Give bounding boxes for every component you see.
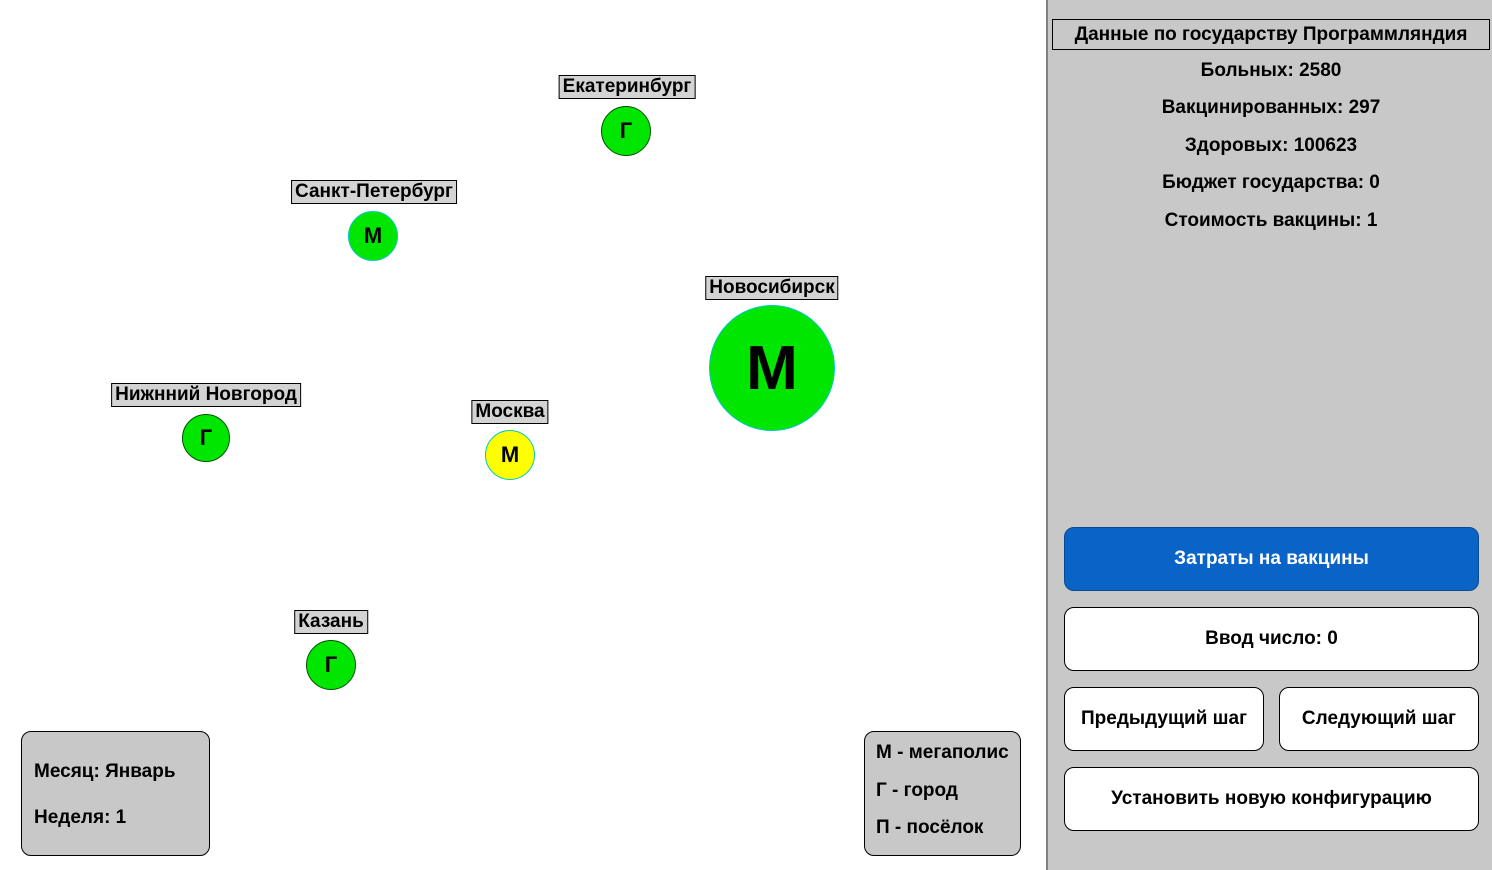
map-area: Екатеринбург Г Санкт-Петербург М Новосиб… bbox=[0, 0, 1046, 870]
next-step-button[interactable]: Следующий шаг bbox=[1279, 687, 1479, 751]
panel-title: Данные по государству Программляндия bbox=[1052, 19, 1490, 50]
legend-village: П - посёлок bbox=[876, 817, 984, 838]
city-label-nizhny-novgorod: Нижнний Новгород bbox=[111, 383, 301, 407]
month-label: Месяц: Январь bbox=[34, 761, 176, 782]
city-marker-nizhny-novgorod[interactable]: Г bbox=[182, 414, 230, 462]
number-input-field[interactable]: Ввод число: 0 bbox=[1064, 607, 1479, 671]
vaccine-cost: Стоимость вакцины: 1 bbox=[1164, 210, 1378, 231]
city-marker-moscow[interactable]: М bbox=[485, 430, 535, 480]
city-label-ekaterinburg: Екатеринбург bbox=[558, 75, 696, 99]
city-label-saint-petersburg: Санкт-Петербург bbox=[291, 180, 457, 204]
city-label-moscow: Москва bbox=[471, 400, 549, 424]
legend-megapolis: М - мегаполис bbox=[876, 742, 1009, 763]
set-new-configuration-button[interactable]: Установить новую конфигурацию bbox=[1064, 767, 1479, 831]
vaccinated-count: Вакцинированных: 297 bbox=[1161, 97, 1381, 118]
date-info-box: Месяц: Январь Неделя: 1 bbox=[21, 731, 210, 856]
previous-step-button[interactable]: Предыдущий шаг bbox=[1064, 687, 1264, 751]
city-marker-kazan[interactable]: Г bbox=[306, 640, 356, 690]
state-data-panel: Данные по государству Программляндия Бол… bbox=[1046, 0, 1492, 870]
vaccine-costs-button[interactable]: Затраты на вакцины bbox=[1064, 527, 1479, 591]
sick-count: Больных: 2580 bbox=[1200, 60, 1342, 81]
simulation-window: Екатеринбург Г Санкт-Петербург М Новосиб… bbox=[0, 0, 1492, 870]
city-marker-ekaterinburg[interactable]: Г bbox=[601, 106, 651, 156]
city-label-kazan: Казань bbox=[294, 610, 368, 634]
city-marker-saint-petersburg[interactable]: М bbox=[348, 211, 398, 261]
legend-city: Г - город bbox=[876, 780, 958, 801]
week-label: Неделя: 1 bbox=[34, 807, 127, 828]
state-budget: Бюджет государства: 0 bbox=[1162, 172, 1380, 193]
city-label-novosibirsk: Новосибирск bbox=[705, 276, 839, 300]
legend-box: М - мегаполис Г - город П - посёлок bbox=[864, 731, 1021, 856]
healthy-count: Здоровых: 100623 bbox=[1184, 135, 1358, 156]
city-marker-novosibirsk[interactable]: М bbox=[709, 305, 835, 431]
